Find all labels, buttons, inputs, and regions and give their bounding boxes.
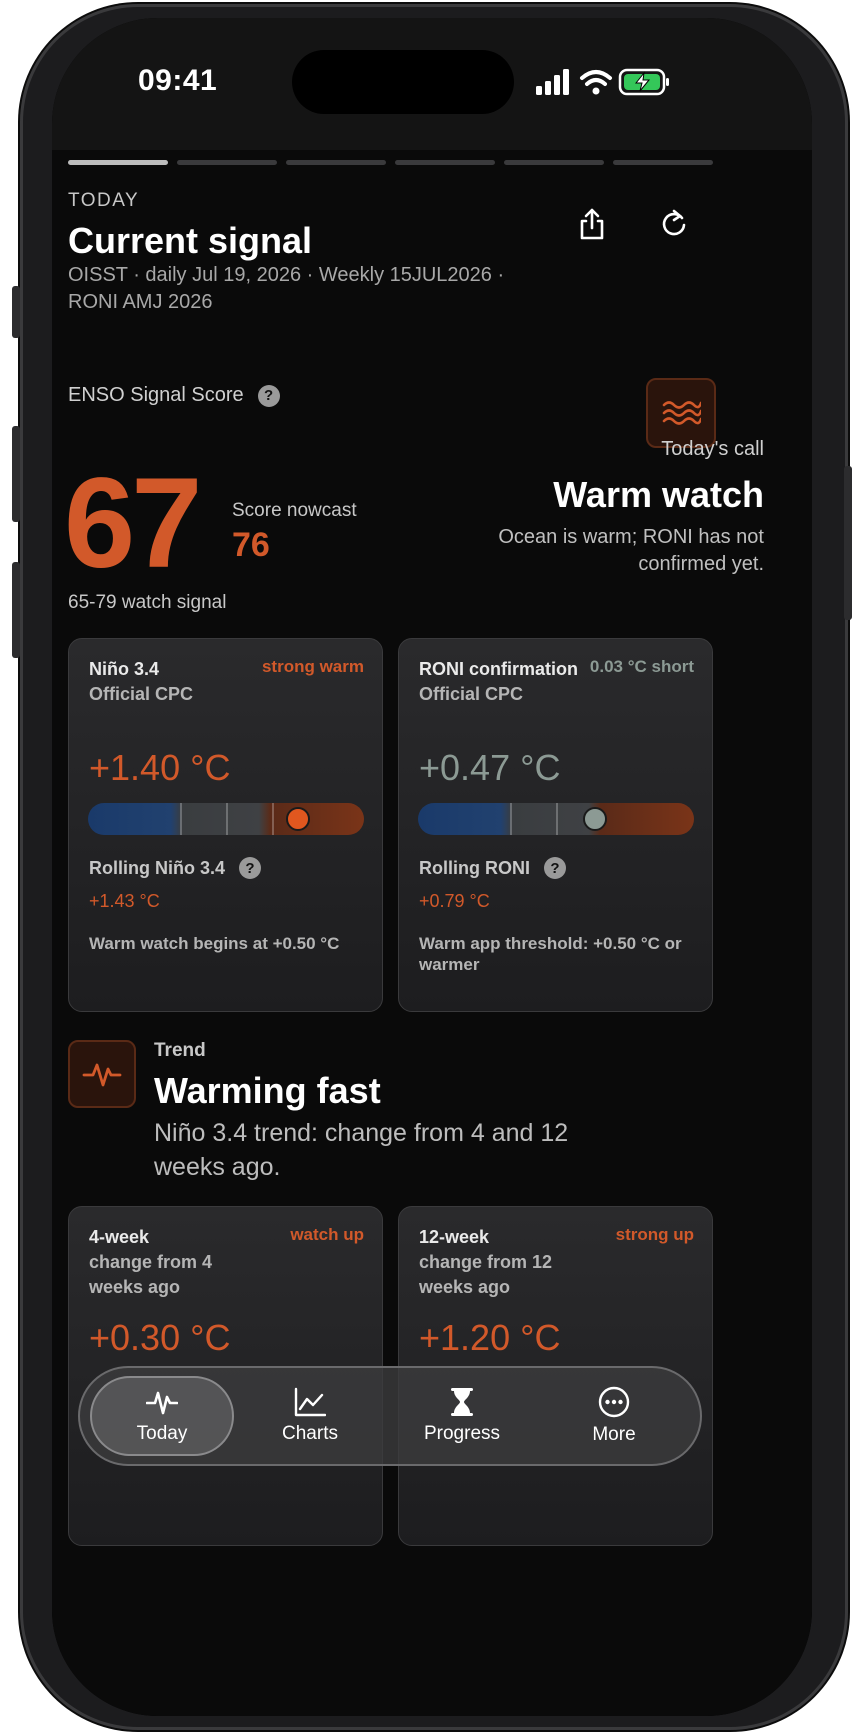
- card-source: Official CPC: [89, 684, 194, 704]
- call-title: Warm watch: [553, 474, 764, 515]
- score-help-icon[interactable]: ?: [257, 384, 280, 407]
- enso-score-value: 67: [64, 452, 202, 595]
- progress-segment-5: [504, 160, 604, 165]
- progress-segment-1: [68, 160, 168, 165]
- trend-badge: [68, 1040, 136, 1108]
- nino34-card[interactable]: Niño 3.4 Official CPC strong warm +1.40 …: [68, 638, 383, 1012]
- tab-progress[interactable]: Progress: [390, 1376, 534, 1456]
- rolling-value: +1.43 °C: [89, 891, 160, 911]
- section-eyebrow: TODAY: [68, 190, 140, 211]
- tab-charts[interactable]: Charts: [238, 1376, 382, 1456]
- card-note: Warm app threshold: +0.50 °C or warmer: [419, 934, 682, 974]
- status-time: 09:41: [138, 64, 218, 97]
- score-label-text: ENSO Signal Score: [68, 384, 244, 406]
- roni-gauge: [418, 803, 694, 835]
- trend-label: Trend: [154, 1040, 206, 1061]
- tab-label: More: [592, 1424, 636, 1445]
- progress-segment-4: [395, 160, 495, 165]
- tab-today[interactable]: Today: [90, 1376, 234, 1456]
- tab-label: Today: [136, 1423, 188, 1444]
- rolling-help-icon[interactable]: ?: [544, 857, 566, 879]
- wifi-icon: [580, 70, 612, 86]
- tab-more[interactable]: More: [542, 1376, 686, 1456]
- tab-label: Charts: [282, 1423, 338, 1444]
- nino34-gauge: [88, 803, 364, 835]
- nowcast-label: Score nowcast: [232, 500, 357, 521]
- rolling-label: Rolling RONI ?: [419, 857, 566, 879]
- progress-segment-6: [613, 160, 713, 165]
- status-badge: watch up: [290, 1225, 364, 1244]
- volume-down-button: [12, 562, 20, 658]
- card-source: Official CPC: [419, 684, 524, 704]
- volume-up-button: [12, 426, 20, 522]
- status-badge: strong warm: [261, 657, 364, 676]
- waves-icon: [662, 401, 701, 425]
- cellular-icon: [536, 69, 569, 95]
- card-source: change from 12 weeks ago: [419, 1252, 553, 1297]
- card-source: change from 4 weeks ago: [89, 1252, 213, 1297]
- gauge-knob: [582, 807, 607, 831]
- battery-charging-icon: [618, 68, 669, 96]
- score-label: ENSO Signal Score ?: [68, 384, 280, 407]
- card-title: 12-week change from 12 weeks ago: [419, 1227, 553, 1297]
- gauge-knob: [285, 807, 310, 831]
- roni-value: +0.47 °C: [419, 747, 561, 788]
- status-badge: strong up: [615, 1225, 694, 1244]
- pulse-icon: [82, 1063, 122, 1087]
- tab-bar: Today Charts Progress More: [78, 1366, 702, 1466]
- silent-switch: [12, 286, 20, 338]
- roni-card[interactable]: RONI confirmation Official CPC 0.03 °C s…: [398, 638, 713, 1012]
- four-week-value: +0.30 °C: [89, 1317, 231, 1358]
- status-badge: 0.03 °C short: [589, 657, 694, 676]
- score-band-note: 65-79 watch signal: [68, 592, 227, 613]
- data-sources: OISST · daily Jul 19, 2026 · Weekly 15JU…: [68, 264, 505, 313]
- nino34-value: +1.40 °C: [89, 747, 231, 788]
- power-button: [844, 466, 852, 620]
- card-title: 4-week change from 4 weeks ago: [89, 1227, 213, 1297]
- progress-segment-3: [286, 160, 386, 165]
- share-button[interactable]: [566, 198, 618, 250]
- call-label: Today's call: [661, 438, 764, 460]
- rolling-value: +0.79 °C: [419, 891, 490, 911]
- card-note: Warm watch begins at +0.50 °C: [89, 934, 340, 953]
- nowcast-value: 76: [232, 526, 270, 564]
- trend-title: Warming fast: [154, 1070, 381, 1111]
- twelve-week-value: +1.20 °C: [419, 1317, 561, 1358]
- main-content: TODAY Current signal OISST · daily Jul 1…: [52, 150, 812, 1716]
- progress-segment-2: [177, 160, 277, 165]
- card-title: RONI confirmation Official CPC: [419, 659, 579, 704]
- page-title: Current signal: [68, 220, 313, 261]
- story-progress: [68, 160, 762, 166]
- screen: 09:41 TODAY Current signal OISST · daily…: [52, 18, 812, 1716]
- status-icons: [536, 68, 669, 96]
- trend-description: Niño 3.4 trend: change from 4 and 12 wee…: [154, 1119, 569, 1181]
- rolling-label: Rolling Niño 3.4 ?: [89, 857, 262, 879]
- chart-icon: [294, 1387, 326, 1417]
- call-description: Ocean is warm; RONI has not confirmed ye…: [498, 526, 764, 575]
- tab-label: Progress: [423, 1423, 501, 1444]
- share-icon: [580, 208, 604, 240]
- card-title: Niño 3.4 Official CPC: [89, 659, 194, 704]
- dynamic-island: [292, 50, 514, 114]
- refresh-button[interactable]: [648, 198, 700, 250]
- hourglass-icon: [451, 1388, 473, 1416]
- pulse-icon: [146, 1391, 178, 1415]
- more-icon: [598, 1386, 630, 1418]
- rolling-help-icon[interactable]: ?: [239, 857, 262, 879]
- refresh-icon: [662, 209, 686, 236]
